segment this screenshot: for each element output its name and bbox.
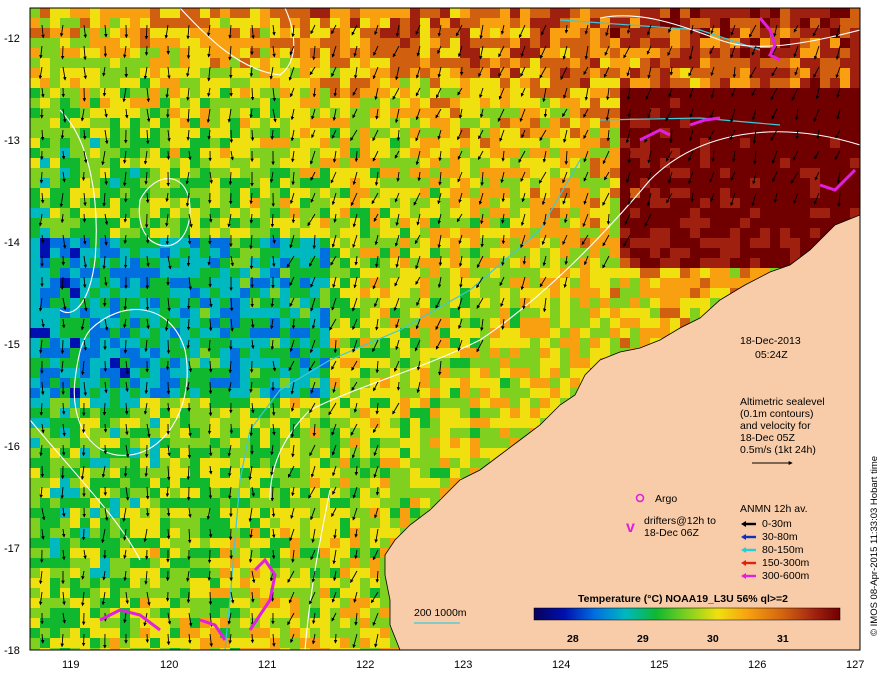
anmn-title: ANMN 12h av. (740, 503, 808, 515)
lon-tick-label: 125 (650, 659, 668, 671)
altimetry-line: (0.1m contours) (740, 408, 814, 420)
lon-tick-label: 122 (356, 659, 374, 671)
lon-tick-label: 126 (748, 659, 766, 671)
argo-label: Argo (655, 493, 677, 505)
lon-tick-label: 120 (160, 659, 178, 671)
anmn-item-label: 300-600m (762, 570, 810, 582)
anmn-item-label: 30-80m (762, 531, 798, 543)
anmn-item-label: 80-150m (762, 544, 804, 556)
anmn-item-label: 150-300m (762, 557, 810, 569)
colorbar (533, 607, 841, 621)
lat-tick-label: -18 (4, 645, 20, 657)
drifter-label-2: 18-Dec 06Z (644, 527, 699, 539)
drifter-marker-icon: v (626, 519, 635, 536)
lat-tick-label: -12 (4, 33, 20, 45)
colorbar-tick: 31 (777, 633, 789, 645)
lat-tick-label: -16 (4, 441, 20, 453)
colorbar-tick: 30 (707, 633, 719, 645)
sst-map: -12 -13 -14 -15 -16 -17 -18 119 120 121 … (4, 7, 880, 671)
colorbar-tick: 28 (567, 633, 579, 645)
lat-tick-label: -17 (4, 543, 20, 555)
lon-tick-label: 123 (454, 659, 472, 671)
isobath-legend-label: 200 1000m (414, 607, 467, 619)
lat-tick-label: -13 (4, 135, 20, 147)
lon-axis: 119 120 121 122 123 124 125 126 127 (62, 659, 864, 671)
map-time: 05:24Z (755, 349, 788, 361)
lon-tick-label: 121 (258, 659, 276, 671)
altimetry-line: 0.5m/s (1kt 24h) (740, 444, 816, 456)
altimetry-line: 18-Dec 05Z (740, 432, 795, 444)
altimetry-line: Altimetric sealevel (740, 396, 825, 408)
altimetry-line: and velocity for (740, 420, 811, 432)
colorbar-tick: 29 (637, 633, 649, 645)
lon-tick-label: 124 (552, 659, 570, 671)
lat-tick-label: -14 (4, 237, 20, 249)
map-date: 18-Dec-2013 (740, 335, 801, 347)
drifter-label-1: drifters@12h to (644, 515, 716, 527)
credit-text: © IMOS 08-Apr-2015 11:33:03 Hobart time (869, 456, 880, 636)
lat-axis: -12 -13 -14 -15 -16 -17 -18 (4, 33, 20, 657)
colorbar-title: Temperature (°C) NOAA19_L3U 56% ql>=2 (578, 593, 788, 605)
lat-tick-label: -15 (4, 339, 20, 351)
lon-tick-label: 127 (846, 659, 864, 671)
lon-tick-label: 119 (62, 659, 80, 671)
anmn-item-label: 0-30m (762, 518, 792, 530)
